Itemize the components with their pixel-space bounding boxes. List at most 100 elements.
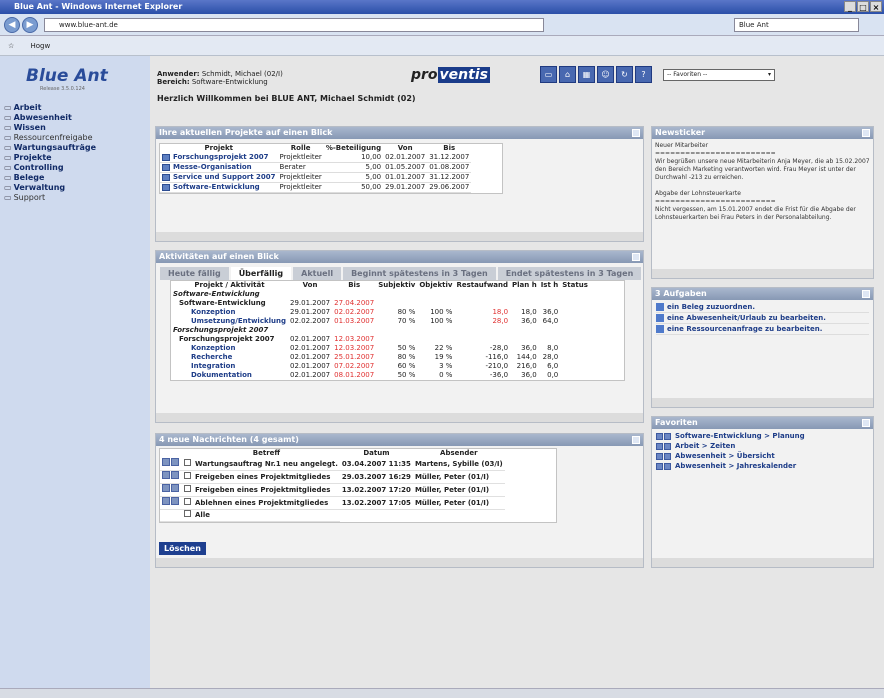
column-header[interactable]: Rolle: [278, 144, 324, 153]
close-button[interactable]: ×: [870, 1, 882, 12]
sidebar-item[interactable]: Controlling: [4, 163, 96, 173]
collapse-icon[interactable]: [632, 436, 640, 444]
calendar-icon[interactable]: ▦: [578, 66, 595, 83]
collapse-icon[interactable]: [632, 253, 640, 261]
tab[interactable]: Endet spätestens in 3 Tagen: [497, 267, 642, 280]
minimize-button[interactable]: _: [844, 1, 856, 12]
favorite-item[interactable]: Arbeit > Zeiten: [652, 441, 873, 451]
column-header[interactable]: Plan h: [510, 281, 539, 290]
home-icon[interactable]: ⌂: [559, 66, 576, 83]
open-icon[interactable]: [656, 462, 663, 470]
sidebar-item[interactable]: Ressourcenfreigabe: [4, 133, 96, 143]
column-header[interactable]: Von: [383, 144, 427, 153]
activity-name[interactable]: Konzeption: [171, 344, 288, 353]
task-item[interactable]: eine Ressourcenanfrage zu bearbeiten.: [656, 324, 869, 335]
message-subject[interactable]: Wartungsauftrag Nr.1 neu angelegt.: [193, 458, 340, 471]
back-button[interactable]: ◀: [4, 17, 20, 33]
activity-name[interactable]: Umsetzung/Entwicklung: [171, 317, 288, 326]
favorites-star-icon[interactable]: ☆: [8, 42, 14, 50]
view-icon[interactable]: [162, 458, 170, 466]
delete-icon[interactable]: [171, 471, 179, 479]
search-field[interactable]: Blue Ant: [734, 18, 859, 32]
open-icon[interactable]: [656, 432, 663, 440]
column-header[interactable]: Bis: [332, 281, 376, 290]
message-subject[interactable]: Ablehnen eines Projektmitgliedes: [193, 496, 340, 510]
delete-icon[interactable]: [664, 452, 671, 460]
project-link[interactable]: Service und Support 2007: [160, 172, 278, 183]
tab[interactable]: Beginnt spätestens in 3 Tagen: [343, 267, 496, 280]
column-header[interactable]: Ist h: [539, 281, 561, 290]
column-header[interactable]: Restaufwand: [454, 281, 510, 290]
collapse-icon[interactable]: [632, 129, 640, 137]
message-checkbox[interactable]: [184, 497, 191, 505]
message-checkbox[interactable]: [184, 458, 191, 466]
open-icon[interactable]: [656, 452, 663, 460]
delete-icon[interactable]: [664, 462, 671, 470]
message-subject[interactable]: Freigeben eines Projektmitgliedes: [193, 483, 340, 497]
window-icon[interactable]: ▭: [540, 66, 557, 83]
delete-icon[interactable]: [171, 497, 179, 505]
project-icon[interactable]: [162, 153, 170, 161]
sidebar-item[interactable]: Abwesenheit: [4, 113, 96, 123]
open-icon[interactable]: [656, 442, 663, 450]
project-icon[interactable]: [162, 183, 170, 191]
column-header[interactable]: Absender: [413, 449, 505, 458]
project-link[interactable]: Software-Entwicklung: [160, 182, 278, 193]
sidebar-item[interactable]: Wartungsaufträge: [4, 143, 96, 153]
delete-icon[interactable]: [664, 442, 671, 450]
message-checkbox[interactable]: [184, 484, 191, 492]
sidebar-item[interactable]: Verwaltung: [4, 183, 96, 193]
activity-name[interactable]: Recherche: [171, 353, 288, 362]
sidebar-item[interactable]: Projekte: [4, 153, 96, 163]
select-all-checkbox[interactable]: [184, 510, 191, 517]
favorite-item[interactable]: Software-Entwicklung > Planung: [652, 431, 873, 441]
delete-icon[interactable]: [664, 432, 671, 440]
forward-button[interactable]: ▶: [22, 17, 38, 33]
project-link[interactable]: Messe-Organisation: [160, 162, 278, 173]
tab[interactable]: Aktuell: [293, 267, 342, 280]
project-link[interactable]: Forschungsprojekt 2007: [160, 153, 278, 163]
column-header[interactable]: Betreff: [193, 449, 340, 458]
sidebar-item[interactable]: Support: [4, 193, 96, 203]
sidebar-item[interactable]: Wissen: [4, 123, 96, 133]
delete-icon[interactable]: [171, 484, 179, 492]
address-field[interactable]: www.blue-ant.de: [44, 18, 544, 32]
view-icon[interactable]: [162, 497, 170, 505]
delete-button[interactable]: Löschen: [159, 542, 206, 555]
favorites-select[interactable]: -- Favoriten -- ▾: [663, 69, 775, 81]
column-header[interactable]: %-Beteiligung: [324, 144, 383, 153]
logout-icon[interactable]: ↻: [616, 66, 633, 83]
delete-icon[interactable]: [171, 458, 179, 466]
sidebar-item[interactable]: Arbeit: [4, 103, 96, 113]
column-header[interactable]: Objektiv: [417, 281, 454, 290]
column-header[interactable]: Bis: [427, 144, 471, 153]
message-subject[interactable]: Freigeben eines Projektmitgliedes: [193, 470, 340, 484]
task-item[interactable]: ein Beleg zuzuordnen.: [656, 302, 869, 313]
column-header[interactable]: Status: [560, 281, 590, 290]
favorite-item[interactable]: Abwesenheit > Übersicht: [652, 451, 873, 461]
project-icon[interactable]: [162, 173, 170, 181]
task-item[interactable]: eine Abwesenheit/Urlaub zu bearbeiten.: [656, 313, 869, 324]
column-header[interactable]: Subjektiv: [376, 281, 417, 290]
message-checkbox[interactable]: [184, 471, 191, 479]
tab[interactable]: Heute fällig: [160, 267, 229, 280]
collapse-icon[interactable]: [862, 290, 870, 298]
view-icon[interactable]: [162, 471, 170, 479]
column-header[interactable]: Von: [288, 281, 332, 290]
tab[interactable]: Überfällig: [230, 267, 292, 280]
help-icon[interactable]: ?: [635, 66, 652, 83]
browser-tab[interactable]: Hogw: [31, 42, 51, 50]
activity-name[interactable]: Konzeption: [171, 308, 288, 317]
column-header[interactable]: Datum: [340, 449, 413, 458]
maximize-button[interactable]: □: [857, 1, 869, 12]
column-header[interactable]: Projekt: [160, 144, 278, 153]
project-icon[interactable]: [162, 163, 170, 171]
collapse-icon[interactable]: [862, 419, 870, 427]
column-header[interactable]: Projekt / Aktivität: [171, 281, 288, 290]
favorite-item[interactable]: Abwesenheit > Jahreskalender: [652, 461, 873, 471]
collapse-icon[interactable]: [862, 129, 870, 137]
activity-name[interactable]: Dokumentation: [171, 371, 288, 380]
user-icon[interactable]: ☺: [597, 66, 614, 83]
view-icon[interactable]: [162, 484, 170, 492]
sidebar-item[interactable]: Belege: [4, 173, 96, 183]
